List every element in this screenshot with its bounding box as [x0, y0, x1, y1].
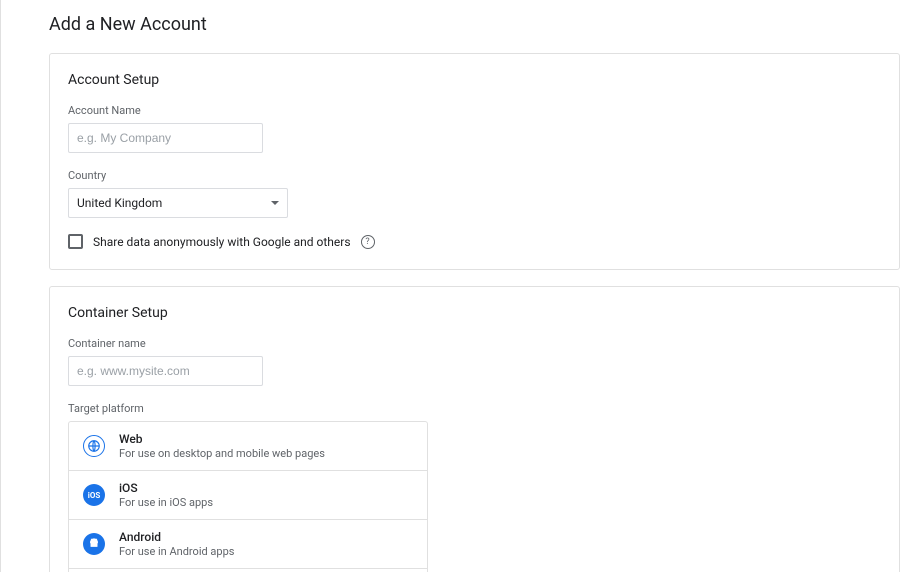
- globe-icon: [83, 435, 105, 457]
- chevron-down-icon: [271, 201, 279, 205]
- ios-icon: iOS: [83, 484, 105, 506]
- container-name-input[interactable]: [68, 356, 263, 386]
- country-select[interactable]: United Kingdom: [68, 188, 288, 218]
- platform-desc: For use in iOS apps: [119, 496, 413, 509]
- platform-name: iOS: [119, 481, 413, 495]
- platform-desc: For use on desktop and mobile web pages: [119, 447, 413, 460]
- help-icon[interactable]: ?: [361, 235, 375, 249]
- container-name-label: Container name: [68, 337, 881, 350]
- share-data-checkbox[interactable]: [68, 234, 83, 249]
- country-label: Country: [68, 169, 881, 182]
- platform-desc: For use in Android apps: [119, 545, 413, 558]
- platform-list: Web For use on desktop and mobile web pa…: [68, 421, 428, 572]
- platform-option-ios[interactable]: iOS iOS For use in iOS apps: [69, 471, 427, 520]
- page-title: Add a New Account: [49, 14, 900, 35]
- account-setup-title: Account Setup: [68, 72, 881, 88]
- container-setup-card: Container Setup Container name Target pl…: [49, 286, 900, 572]
- platform-option-web[interactable]: Web For use on desktop and mobile web pa…: [69, 422, 427, 471]
- platform-name: Android: [119, 530, 413, 544]
- container-setup-title: Container Setup: [68, 305, 881, 321]
- share-data-label: Share data anonymously with Google and o…: [93, 235, 351, 249]
- account-name-label: Account Name: [68, 104, 881, 117]
- android-icon: [83, 533, 105, 555]
- account-name-input[interactable]: [68, 123, 263, 153]
- platform-name: Web: [119, 432, 413, 446]
- target-platform-label: Target platform: [68, 402, 881, 415]
- country-value: United Kingdom: [77, 196, 162, 210]
- platform-option-android[interactable]: Android For use in Android apps: [69, 520, 427, 569]
- account-setup-card: Account Setup Account Name Country Unite…: [49, 53, 900, 270]
